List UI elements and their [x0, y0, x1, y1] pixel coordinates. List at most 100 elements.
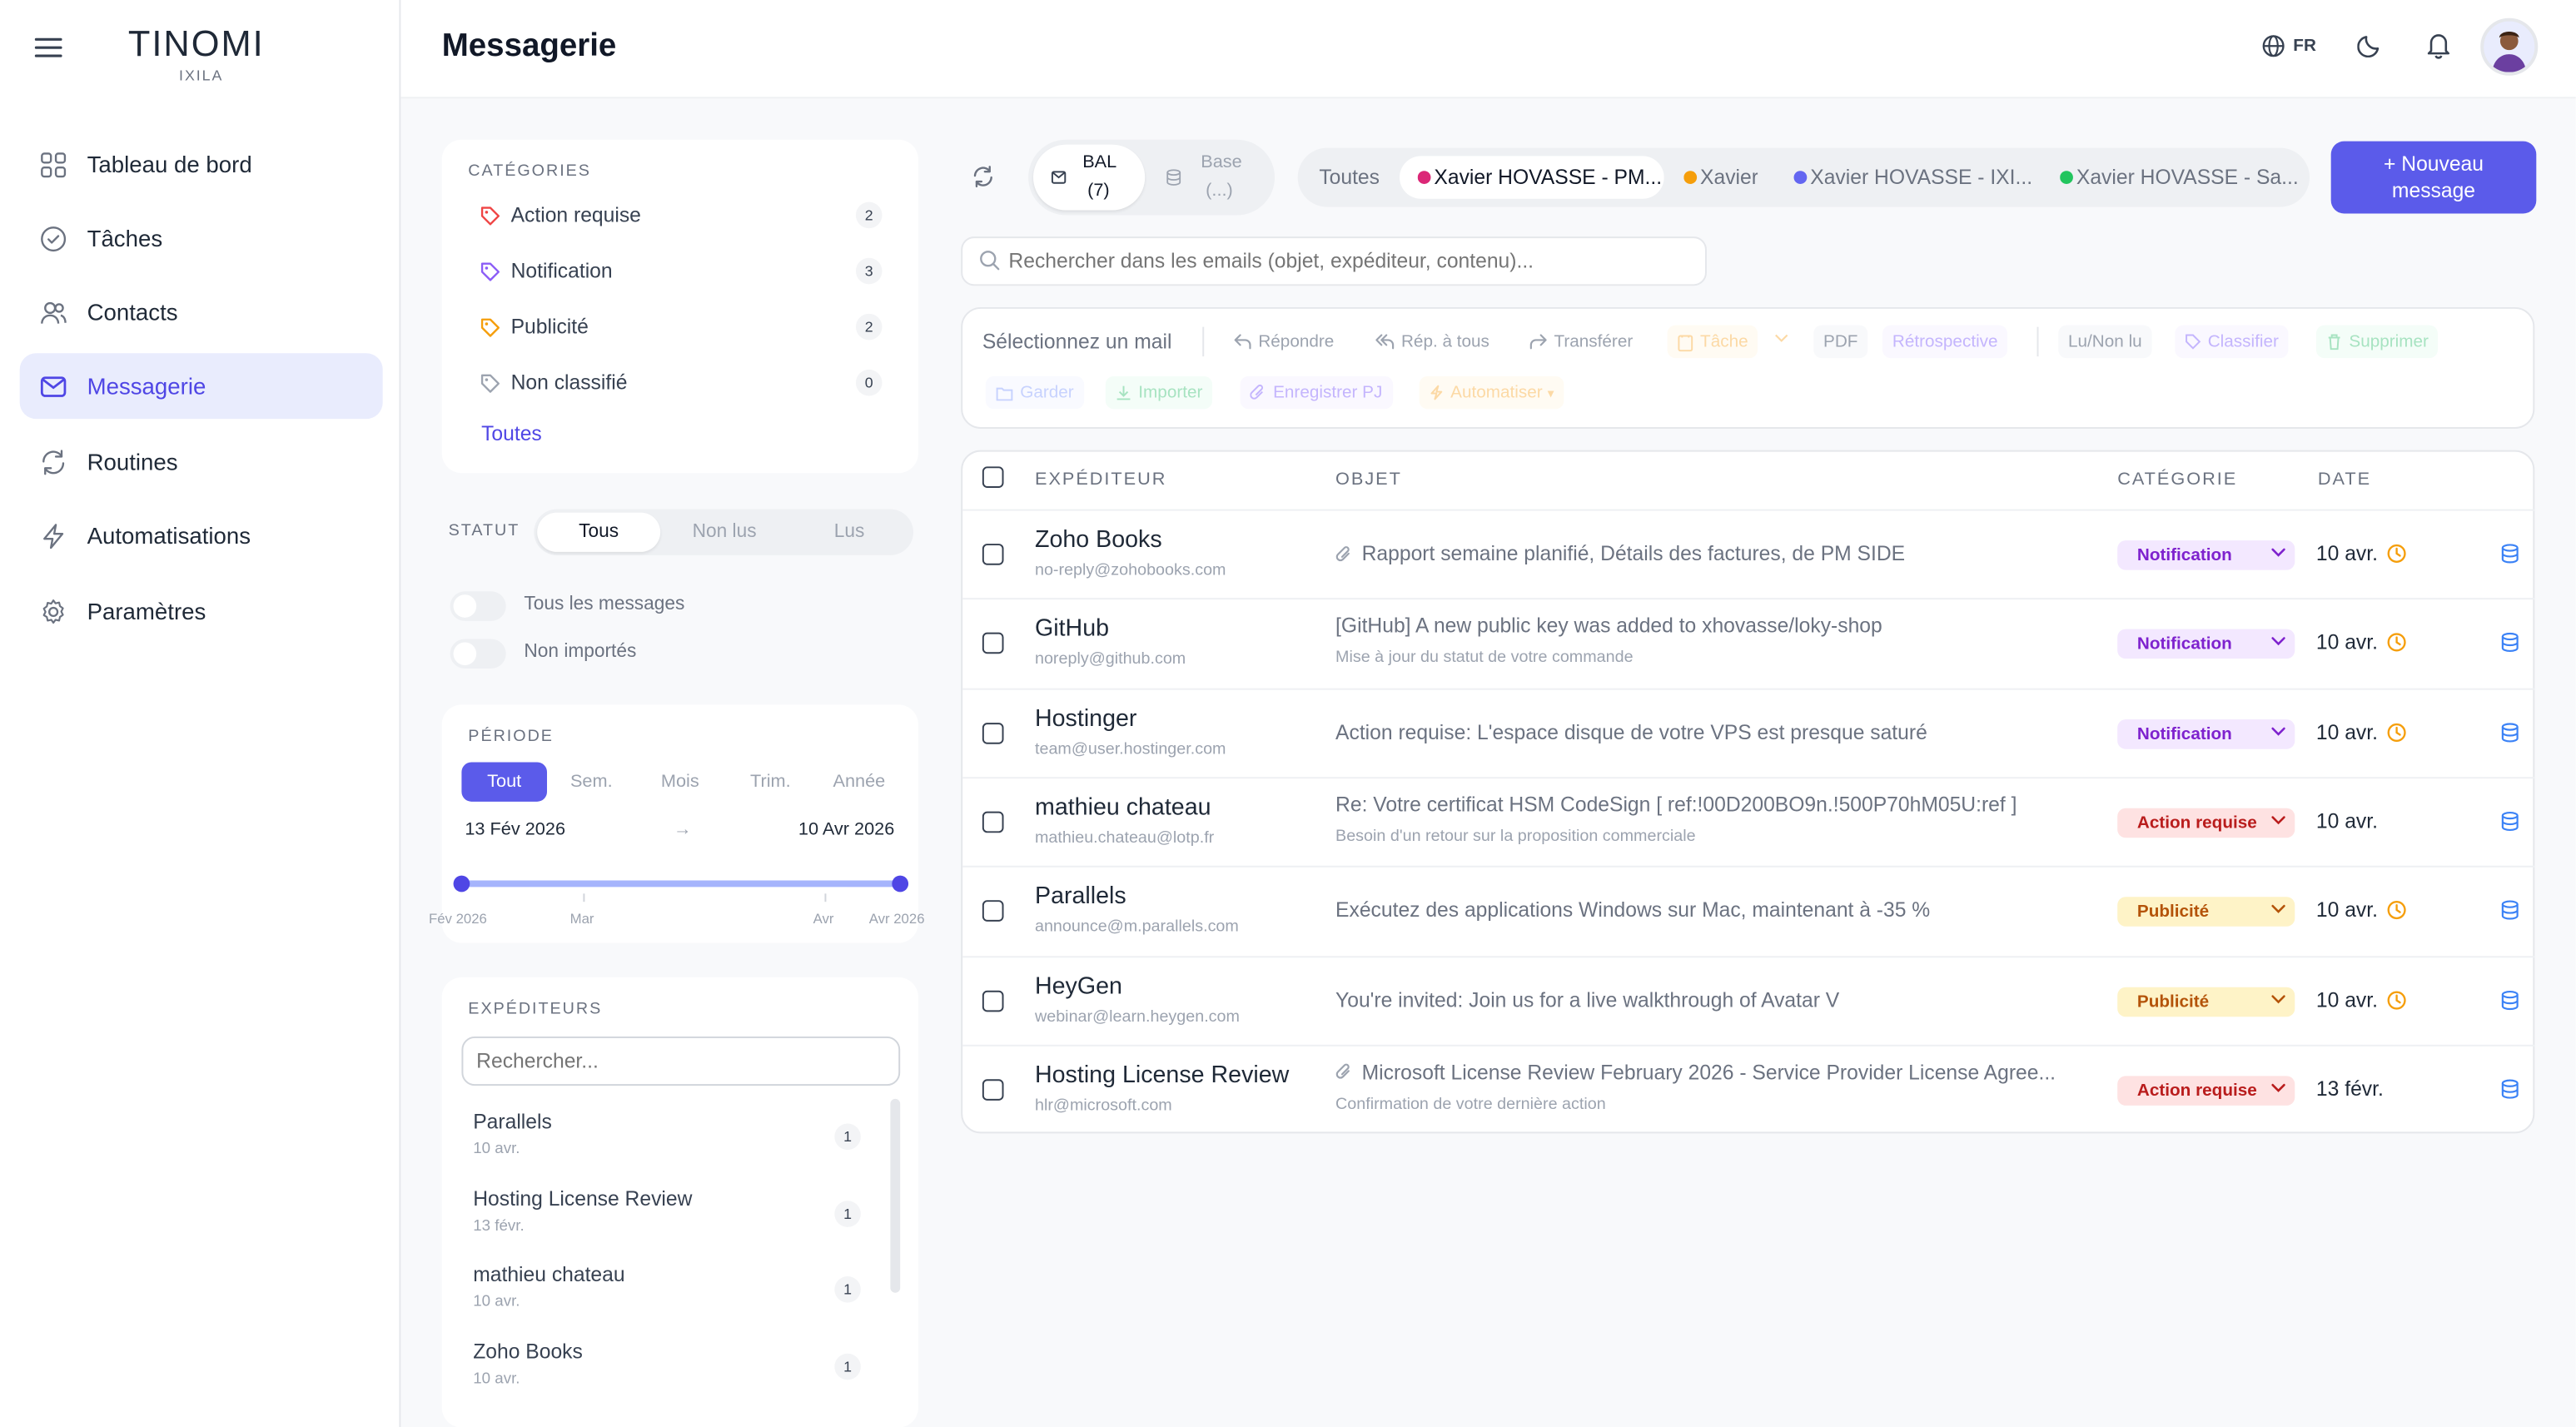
save-attachments-button[interactable]: Enregistrer PJ	[1240, 375, 1393, 410]
all-messages-toggle[interactable]	[450, 591, 506, 621]
period-slider-start-handle[interactable]	[453, 875, 470, 892]
period-option[interactable]: Tout	[461, 762, 548, 802]
sender-list-scrollbar[interactable]	[890, 1098, 901, 1293]
row-subject-text: Rapport semaine planifié, Détails des fa…	[1361, 542, 1906, 565]
database-icon[interactable]	[2500, 1079, 2520, 1099]
row-checkbox[interactable]	[982, 722, 1004, 743]
row-checkbox[interactable]	[982, 544, 1004, 565]
column-header-date[interactable]: DATE	[2318, 470, 2371, 490]
database-icon[interactable]	[2500, 544, 2520, 564]
period-slider-end-handle[interactable]	[892, 875, 909, 892]
category-item[interactable]: Notification 3	[480, 253, 883, 289]
account-filter[interactable]: Xavier	[1683, 166, 1758, 189]
database-icon[interactable]	[2500, 633, 2520, 653]
database-icon	[1166, 169, 1181, 186]
row-date: 10 avr.	[2316, 988, 2406, 1011]
classify-button[interactable]: Classifier	[2175, 325, 2289, 359]
task-button[interactable]: Tâche	[1667, 325, 1758, 359]
row-checkbox[interactable]	[982, 900, 1004, 922]
row-date: 13 févr.	[2316, 1077, 2384, 1101]
keep-button[interactable]: Garder	[985, 375, 1084, 410]
row-subject-text: Re: Votre certificat HSM CodeSign [ ref:…	[1335, 793, 2017, 817]
category-badge[interactable]: Publicité	[2117, 986, 2295, 1017]
menu-icon[interactable]	[34, 36, 62, 59]
table-row[interactable]: GitHub noreply@github.com [GitHub] A new p…	[962, 598, 2535, 688]
refresh-icon[interactable]	[971, 164, 996, 189]
nav-item-bolt[interactable]: Automatisations	[20, 503, 383, 569]
bell-icon[interactable]	[2426, 31, 2451, 59]
row-checkbox[interactable]	[982, 989, 1004, 1012]
language-selector[interactable]: FR	[2262, 34, 2316, 57]
category-item[interactable]: Publicité 2	[480, 309, 883, 345]
database-icon[interactable]	[2500, 900, 2520, 921]
database-icon[interactable]	[2500, 722, 2520, 742]
read-toggle-button[interactable]: Lu/Non lu	[2058, 325, 2152, 359]
table-row[interactable]: HeyGen webinar@learn.heygen.com You're inv…	[962, 955, 2535, 1044]
period-option[interactable]: Année	[817, 762, 903, 801]
reply-all-button[interactable]: Rép. à tous	[1365, 326, 1499, 358]
column-header-subject[interactable]: OBJET	[1335, 470, 1402, 490]
email-search-input[interactable]	[1008, 240, 1699, 283]
database-icon[interactable]	[2500, 811, 2520, 831]
import-button[interactable]: Importer	[1105, 375, 1213, 410]
category-badge[interactable]: Action requise	[2117, 808, 2295, 838]
select-all-checkbox[interactable]	[982, 466, 1004, 488]
forward-button[interactable]: Transférer	[1519, 326, 1643, 358]
sender-item[interactable]: Zoho Books 10 avr. 1	[473, 1340, 880, 1406]
nav-item-refresh[interactable]: Routines	[20, 429, 383, 495]
account-filter[interactable]: Xavier HOVASSE - Sa...	[2060, 166, 2299, 189]
nav-item-mail[interactable]: Messagerie	[19, 353, 383, 420]
pdf-button[interactable]: PDF	[1813, 325, 1868, 359]
status-option[interactable]: Non lus	[662, 513, 787, 552]
category-badge[interactable]: Notification	[2117, 629, 2295, 659]
sender-item[interactable]: mathieu chateau 10 avr. 1	[473, 1264, 880, 1330]
new-message-button[interactable]: + Nouveau message	[2330, 141, 2537, 214]
period-option[interactable]: Trim.	[728, 762, 813, 801]
account-filter[interactable]: Xavier HOVASSE - PM...	[1417, 166, 1662, 189]
reply-button[interactable]: Répondre	[1224, 326, 1344, 358]
table-row[interactable]: Hostinger team@user.hostinger.com Action r…	[962, 687, 2535, 777]
table-row[interactable]: mathieu chateau mathieu.chateau@lotp.fr Re…	[962, 777, 2535, 866]
avatar[interactable]	[2480, 17, 2539, 76]
nav-item-label: Paramètres	[87, 598, 206, 624]
category-badge[interactable]: Notification	[2117, 718, 2295, 748]
category-item[interactable]: Action requise 2	[480, 197, 883, 233]
table-row[interactable]: Zoho Books no-reply@zohobooks.com Rapport …	[962, 509, 2535, 599]
database-icon[interactable]	[2500, 990, 2520, 1010]
sender-search-input[interactable]	[461, 1036, 901, 1086]
status-option[interactable]: Tous	[537, 512, 661, 552]
sender-item[interactable]: Hosting License Review 13 févr. 1	[473, 1187, 880, 1253]
category-badge[interactable]: Publicité	[2117, 897, 2295, 927]
column-header-sender[interactable]: EXPÉDITEUR	[1035, 470, 1166, 490]
not-imported-toggle[interactable]	[450, 639, 506, 669]
nav-item-check-circle[interactable]: Tâches	[20, 206, 383, 271]
status-option[interactable]: Lus	[787, 513, 912, 552]
category-badge[interactable]: Action requise	[2117, 1075, 2295, 1106]
category-badge[interactable]: Notification	[2117, 540, 2295, 570]
row-checkbox[interactable]	[982, 633, 1004, 654]
table-row[interactable]: Hosting License Review hlr@microsoft.com M…	[962, 1044, 2535, 1133]
row-checkbox[interactable]	[982, 811, 1004, 833]
row-checkbox[interactable]	[982, 1078, 1004, 1101]
category-label: Action requise	[510, 203, 641, 227]
account-filter[interactable]: Xavier HOVASSE - IXI...	[1793, 166, 2032, 189]
category-item[interactable]: Non classifié 0	[480, 365, 883, 400]
moon-icon[interactable]	[2357, 32, 2382, 58]
category-badge-label: Notification	[2136, 634, 2232, 654]
nav-item-users[interactable]: Contacts	[20, 279, 383, 345]
period-option[interactable]: Sem.	[549, 762, 634, 801]
mailbox-base-label[interactable]: Base	[1201, 152, 1241, 172]
delete-button[interactable]: Supprimer	[2315, 325, 2439, 359]
column-header-category[interactable]: CATÉGORIE	[2117, 470, 2237, 490]
retrospective-button[interactable]: Rétrospective	[1882, 325, 2008, 359]
nav-item-gear[interactable]: Paramètres	[20, 578, 383, 644]
task-dropdown-chevron-icon[interactable]	[1774, 334, 1789, 344]
sender-item[interactable]: Parallels 10 avr. 1	[473, 1111, 880, 1176]
nav-item-dashboard[interactable]: Tableau de bord	[20, 132, 383, 197]
automate-button[interactable]: Automatiser ▾	[1419, 375, 1564, 410]
table-row[interactable]: Parallels announce@m.parallels.com Exécute…	[962, 866, 2535, 955]
period-option[interactable]: Mois	[638, 762, 724, 801]
clock-icon	[2386, 722, 2406, 742]
all-categories-link[interactable]: Toutes	[481, 422, 542, 445]
account-filter-all[interactable]: Toutes	[1319, 166, 1380, 189]
